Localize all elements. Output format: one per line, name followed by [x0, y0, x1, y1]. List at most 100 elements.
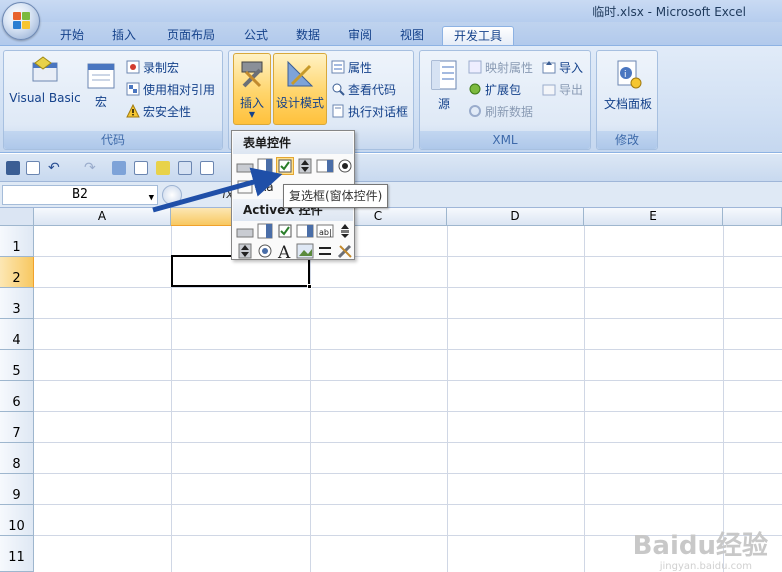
macros-button[interactable]: 宏 — [86, 63, 116, 115]
modify-group-label: 修改 — [597, 131, 657, 149]
redo-icon[interactable]: ↷ — [84, 161, 98, 175]
svg-text:ab|: ab| — [319, 228, 332, 237]
row-header-6[interactable]: 6 — [0, 381, 34, 412]
visual-basic-icon — [29, 55, 61, 87]
activex-button-icon[interactable] — [236, 222, 254, 240]
activex-textbox-icon[interactable]: ab| — [316, 222, 334, 240]
row-header-1[interactable]: 1 — [0, 226, 34, 257]
combo-box-control-icon[interactable] — [256, 157, 274, 175]
tab-home[interactable]: 开始 — [52, 26, 92, 46]
column-header-d[interactable]: D — [447, 208, 584, 226]
macro-security-button[interactable]: 宏安全性 — [126, 103, 191, 121]
quick-access-toolbar: ↶ ↷ — [0, 154, 782, 182]
form-controls-header: 表单控件 — [233, 132, 353, 154]
checkbox-tooltip: 复选框(窗体控件) — [283, 184, 389, 208]
gridline — [34, 411, 782, 412]
activex-option-button-icon[interactable] — [256, 242, 274, 260]
row-header-5[interactable]: 5 — [0, 350, 34, 381]
office-logo-icon — [13, 12, 31, 30]
run-dialog-button[interactable]: 执行对话框 — [331, 103, 408, 121]
gridline — [34, 318, 782, 319]
view-code-button[interactable]: 查看代码 — [331, 81, 396, 99]
row-header-8[interactable]: 8 — [0, 443, 34, 474]
visual-basic-button[interactable]: Visual Basic — [6, 55, 84, 115]
spin-button-control-icon[interactable] — [296, 157, 314, 175]
new-file-icon[interactable] — [26, 161, 40, 175]
row-header-10[interactable]: 10 — [0, 505, 34, 536]
tab-developer[interactable]: 开发工具 — [442, 26, 514, 46]
formula-expand-button[interactable] — [162, 185, 182, 205]
expansion-pack-button[interactable]: 扩展包 — [468, 81, 521, 99]
import-label: 导入 — [559, 61, 584, 75]
refresh-data-button[interactable]: 刷新数据 — [468, 103, 533, 121]
activex-toggle-button-icon[interactable] — [316, 242, 334, 260]
relative-ref-button[interactable]: 使用相对引用 — [126, 81, 215, 99]
more-controls-icon[interactable] — [336, 242, 354, 260]
column-header-f[interactable] — [723, 208, 782, 226]
list-box-control-icon[interactable] — [316, 157, 334, 175]
code-group-label: 代码 — [4, 131, 222, 149]
ribbon-tabs: 开始 插入 页面布局 公式 数据 审阅 视图 开发工具 — [0, 22, 782, 46]
gridline — [723, 226, 724, 572]
undo-icon[interactable]: ↶ — [48, 161, 62, 175]
row-header-11[interactable]: 11 — [0, 536, 34, 572]
tab-page-layout[interactable]: 页面布局 — [158, 26, 224, 46]
export-icon — [542, 82, 556, 96]
watermark-url: jingyan.baidu.com — [659, 561, 752, 572]
column-header-e[interactable]: E — [584, 208, 723, 226]
button-control-icon[interactable] — [236, 157, 254, 175]
tab-insert[interactable]: 插入 — [104, 26, 144, 46]
table-icon[interactable] — [200, 161, 214, 175]
name-box-dropdown-icon[interactable]: ▼ — [149, 189, 154, 207]
activex-image-icon[interactable] — [296, 242, 314, 260]
row-header-7[interactable]: 7 — [0, 412, 34, 443]
tab-review[interactable]: 审阅 — [340, 26, 380, 46]
activex-label-icon[interactable]: A — [276, 242, 294, 263]
source-button[interactable]: 源 — [424, 59, 464, 115]
group-box-control-icon[interactable] — [236, 177, 254, 195]
fill-handle[interactable] — [307, 284, 312, 289]
view-code-icon — [331, 82, 345, 96]
gridline — [34, 473, 782, 474]
document-panel-button[interactable]: i 文档面板 — [599, 59, 657, 115]
activex-spin-button-icon[interactable] — [236, 242, 254, 260]
preview-icon[interactable] — [178, 161, 192, 175]
tab-data[interactable]: 数据 — [288, 26, 328, 46]
column-header-a[interactable]: A — [34, 208, 171, 226]
gridline — [34, 256, 782, 257]
properties-button[interactable]: 属性 — [331, 59, 372, 77]
activex-checkbox-icon[interactable] — [276, 222, 294, 240]
import-button[interactable]: 导入 — [542, 59, 583, 77]
print-icon[interactable] — [134, 161, 148, 175]
export-button[interactable]: 导出 — [542, 81, 583, 99]
map-properties-button[interactable]: 映射属性 — [468, 59, 533, 77]
checkbox-control-icon[interactable] — [276, 157, 294, 175]
tab-formulas[interactable]: 公式 — [236, 26, 276, 46]
row-header-4[interactable]: 4 — [0, 319, 34, 350]
name-box[interactable]: B2 ▼ — [2, 185, 158, 205]
option-button-control-icon[interactable] — [336, 157, 354, 175]
insert-control-button[interactable]: 插入 ▼ — [233, 53, 271, 125]
row-header-3[interactable]: 3 — [0, 288, 34, 319]
activex-combo-box-icon[interactable] — [256, 222, 274, 240]
row-header-2[interactable]: 2 — [0, 257, 34, 288]
sort-icon[interactable] — [112, 161, 126, 175]
design-mode-label: 设计模式 — [275, 96, 324, 110]
select-all-corner[interactable] — [0, 208, 34, 226]
spell-check-icon[interactable] — [156, 161, 170, 175]
map-properties-icon — [468, 60, 482, 74]
record-macro-icon — [126, 60, 140, 74]
office-button[interactable] — [2, 2, 40, 40]
activex-scroll-bar-icon[interactable] — [336, 222, 354, 240]
formula-bar: B2 ▼ fx — [0, 182, 782, 208]
code-group: Visual Basic 宏 录制宏 使用相对引用 宏安全性 代码 — [3, 50, 223, 150]
activex-list-box-icon[interactable] — [296, 222, 314, 240]
record-macro-button[interactable]: 录制宏 — [126, 59, 179, 77]
label-control-icon[interactable]: Aa — [256, 177, 274, 195]
worksheet-grid[interactable]: A B C D E 1 2 3 4 5 6 7 8 9 10 11 — [0, 208, 782, 572]
save-icon[interactable] — [6, 161, 20, 175]
design-mode-button[interactable]: 设计模式 — [273, 53, 327, 125]
tab-view[interactable]: 视图 — [392, 26, 432, 46]
row-header-9[interactable]: 9 — [0, 474, 34, 505]
record-macro-label: 录制宏 — [143, 61, 180, 75]
